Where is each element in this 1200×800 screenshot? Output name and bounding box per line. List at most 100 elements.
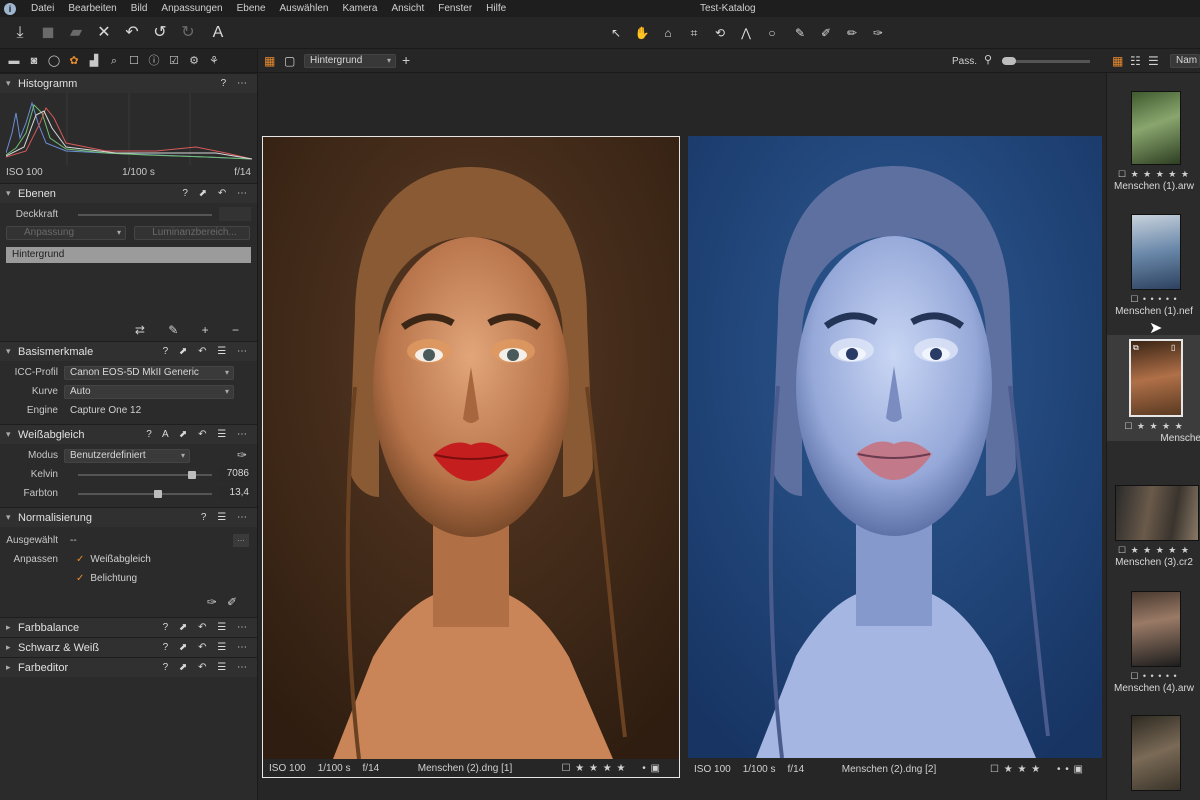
section-tools[interactable]: ? ⬈ ↶ ☰ ⋯ <box>163 642 251 653</box>
adjustment-select[interactable]: Anpassung ▾ <box>6 226 126 240</box>
metadata-tab-icon[interactable]: ⓘ <box>144 51 164 71</box>
undo-all-icon[interactable]: ↶ <box>122 23 142 43</box>
menu-bild[interactable]: Bild <box>124 3 155 14</box>
folder-tab-icon[interactable]: ▬ <box>4 51 24 71</box>
tint-value[interactable]: 13,4 <box>219 486 251 500</box>
picker-icon[interactable]: ✑ <box>868 23 888 43</box>
section-tools[interactable]: ? ⋯ <box>221 78 251 89</box>
fit-label[interactable]: Pass. <box>952 56 977 67</box>
list-view-icon[interactable]: ☷ <box>1130 54 1141 68</box>
basic-header[interactable]: ▾ Basismerkmale ? ⬈ ↶ ☰ ⋯ <box>0 341 257 361</box>
menu-hilfe[interactable]: Hilfe <box>479 3 513 14</box>
photo-variant-1[interactable]: ISO 100 1/100 s f/14 Menschen (2).dng [1… <box>262 136 680 778</box>
thumbnail-1-rating[interactable]: ☐ ★ ★ ★ ★ ★ <box>1107 169 1200 180</box>
exposure-checkbox[interactable]: ✓ <box>64 573 84 584</box>
text-tool-icon[interactable]: A <box>208 23 228 43</box>
select-cursor-icon[interactable]: ↖ <box>606 23 626 43</box>
menu-kamera[interactable]: Kamera <box>335 3 384 14</box>
photo-2-rating[interactable]: ☐ ★ ★ ★ • • ▣ <box>990 764 1084 775</box>
wb-checkbox[interactable]: ✓ <box>64 554 84 565</box>
import-icon[interactable]: ⤓ <box>10 23 30 43</box>
undo-icon[interactable]: ↺ <box>150 23 170 43</box>
thumbnail-6[interactable] <box>1107 713 1200 800</box>
layers-header[interactable]: ▾ Ebenen ? ⬈ ↶ ⋯ <box>0 183 257 203</box>
spot-removal-icon[interactable]: ○ <box>762 23 782 43</box>
kelvin-slider-handle[interactable] <box>187 471 196 479</box>
menu-anpassungen[interactable]: Anpassungen <box>154 3 229 14</box>
thumbnail-2-rating[interactable]: ☐ • • • • • <box>1107 294 1200 305</box>
wb-mode-select[interactable]: Benutzerdefiniert ▾ <box>64 448 190 463</box>
info-badge-icon[interactable]: ▯ <box>1171 343 1175 352</box>
export-icon[interactable]: ▰ <box>66 23 86 43</box>
details-tab-icon[interactable]: ⌕ <box>104 51 124 71</box>
color-balance-header[interactable]: ▸ Farbbalance ? ⬈ ↶ ☰ ⋯ <box>0 617 257 637</box>
white-balance-header[interactable]: ▾ Weißabgleich ? A ⬈ ↶ ☰ ⋯ <box>0 424 257 444</box>
grid-view-icon[interactable]: ▦ <box>1112 54 1123 68</box>
menu-ebene[interactable]: Ebene <box>230 3 273 14</box>
thumbnail-4[interactable]: ☐ ★ ★ ★ ★ ★ Menschen (3).cr2 <box>1107 473 1200 583</box>
color-tab-icon[interactable]: ✿ <box>64 51 84 71</box>
crop-icon[interactable]: ⌗ <box>684 23 704 43</box>
output-tab-icon[interactable]: ☑ <box>164 51 184 71</box>
multi-view-icon[interactable]: ▦ <box>264 54 275 68</box>
photo-variant-2[interactable]: ISO 100 1/100 s f/14 Menschen (2).dng [2… <box>688 136 1102 778</box>
curve-select[interactable]: Auto ▾ <box>64 384 234 399</box>
tint-slider[interactable] <box>78 493 212 495</box>
photo-1-rating[interactable]: ☐ ★ ★ ★ ★ • ▣ <box>562 763 661 774</box>
section-tools[interactable]: ? ⬈ ↶ ⋯ <box>182 188 251 199</box>
luminance-range-button[interactable]: Luminanzbereich... <box>134 226 250 240</box>
histogram-header[interactable]: ▾ Histogramm ? ⋯ <box>0 73 257 93</box>
normalize-more-button[interactable]: … <box>233 534 249 547</box>
zoom-slider-handle[interactable] <box>1002 57 1016 65</box>
tint-slider-handle[interactable] <box>154 490 163 498</box>
layer-item-background[interactable]: Hintergrund <box>6 247 251 263</box>
normalize-header[interactable]: ▾ Normalisierung ? ☰ ⋯ <box>0 507 257 527</box>
loupe-icon[interactable]: ⌂ <box>658 23 678 43</box>
section-tools[interactable]: ? ⬈ ↶ ☰ ⋯ <box>163 346 251 357</box>
layer-actions[interactable]: ⇄ ✎ + − <box>135 323 249 337</box>
exposure-tab-icon[interactable]: ▟ <box>84 51 104 71</box>
thumbnail-1[interactable]: ☐ ★ ★ ★ ★ ★ Menschen (1).arw <box>1107 73 1200 198</box>
adjustments-tab-icon[interactable]: ☐ <box>124 51 144 71</box>
kelvin-value[interactable]: 7086 <box>219 467 251 481</box>
variant-stack-icon[interactable]: ⧉ <box>1133 343 1139 353</box>
thumbnail-3-selected[interactable]: ⧉ ▯ ☐ ★ ★ ★ ★ Mensche <box>1107 323 1200 444</box>
settings-tab-icon[interactable]: ⚙ <box>184 51 204 71</box>
capture-tab-icon[interactable]: ◙ <box>24 51 44 71</box>
menu-auswaehlen[interactable]: Auswählen <box>273 3 336 14</box>
keystone-icon[interactable]: ⋀ <box>736 23 756 43</box>
rotate-icon[interactable]: ⟲ <box>710 23 730 43</box>
filmstrip-view-icon[interactable]: ☰ <box>1148 54 1159 68</box>
erase-icon[interactable]: ✐ <box>816 23 836 43</box>
single-view-icon[interactable]: ▢ <box>284 54 295 68</box>
thumbnail-5-rating[interactable]: ☐ • • • • • <box>1107 671 1200 682</box>
eyedropper-icon[interactable]: ✑ <box>237 448 247 462</box>
pick-apply-icons[interactable]: ✑✐ <box>207 595 247 609</box>
delete-icon[interactable]: ✕ <box>94 23 114 43</box>
section-tools[interactable]: ? A ⬈ ↶ ☰ ⋯ <box>146 429 251 440</box>
lens-tab-icon[interactable]: ◯ <box>44 51 64 71</box>
menu-fenster[interactable]: Fenster <box>431 3 479 14</box>
gradient-icon[interactable]: ✏ <box>842 23 862 43</box>
section-tools[interactable]: ? ☰ ⋯ <box>201 512 251 523</box>
zoom-icon[interactable]: ⚲ <box>984 53 992 66</box>
section-tools[interactable]: ? ⬈ ↶ ☰ ⋯ <box>163 662 251 673</box>
brush-icon[interactable]: ✎ <box>790 23 810 43</box>
thumbnail-3-rating[interactable]: ☐ ★ ★ ★ ★ <box>1107 421 1200 432</box>
section-tools[interactable]: ? ⬈ ↶ ☰ ⋯ <box>163 622 251 633</box>
thumbnail-4-rating[interactable]: ☐ ★ ★ ★ ★ ★ <box>1107 545 1200 556</box>
opacity-value-box[interactable] <box>219 207 251 221</box>
camera-icon[interactable]: ◼ <box>38 23 58 43</box>
bw-header[interactable]: ▸ Schwarz & Weiß ? ⬈ ↶ ☰ ⋯ <box>0 637 257 657</box>
menu-ansicht[interactable]: Ansicht <box>384 3 431 14</box>
pan-hand-icon[interactable]: ✋ <box>632 23 652 43</box>
app-logo-icon[interactable]: i <box>4 2 16 15</box>
add-layer-icon[interactable]: + <box>402 52 410 68</box>
batch-tab-icon[interactable]: ⚘ <box>204 51 224 71</box>
opacity-slider[interactable] <box>78 214 212 216</box>
sort-select[interactable]: Nam <box>1170 54 1200 68</box>
redo-icon[interactable]: ↻ <box>178 23 198 43</box>
layer-select[interactable]: Hintergrund ▾ <box>304 54 396 68</box>
color-editor-header[interactable]: ▸ Farbeditor ? ⬈ ↶ ☰ ⋯ <box>0 657 257 677</box>
thumbnail-5[interactable]: ☐ • • • • • Menschen (4).arw <box>1107 583 1200 708</box>
